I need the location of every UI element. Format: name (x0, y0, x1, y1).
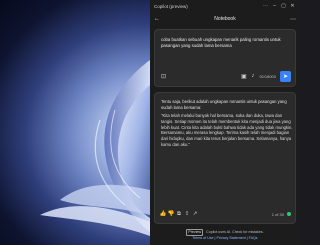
close-icon[interactable]: ✕ (288, 3, 297, 9)
preview-badge: Preview (186, 229, 204, 236)
minimize-icon[interactable]: – (270, 3, 279, 9)
ai-disclaimer: Copilot uses AI. Check for mistakes. (206, 230, 264, 234)
microphone-icon[interactable]: ♪ (248, 73, 257, 79)
prompt-input-card[interactable]: coba buatkan sebuah ungkapan menarik pal… (154, 29, 296, 87)
prompt-input[interactable]: coba buatkan sebuah ungkapan menarik pal… (161, 37, 291, 49)
app-title: Copilot (preview) (154, 3, 188, 9)
thumbs-down-icon[interactable]: 👎 (167, 211, 175, 217)
export-icon[interactable]: ⇪ (183, 211, 191, 217)
more-icon[interactable]: ⋯ (261, 3, 270, 9)
maximize-icon[interactable]: ▢ (279, 3, 288, 9)
copy-icon[interactable]: ⧉ (175, 211, 183, 218)
bloom-graphic (40, 60, 150, 236)
more-options-icon[interactable]: ⋯ (290, 16, 296, 23)
new-topic-icon[interactable]: ⊡ (159, 73, 168, 80)
input-footer: ⊡ ▣ ♪ 92/18000 ➤ (159, 70, 291, 82)
page-title: Notebook (214, 16, 236, 22)
image-icon[interactable]: ▣ (239, 73, 248, 80)
response-card: Tentu saja, berikut adalah ungkapan roma… (154, 92, 296, 224)
privacy-link[interactable]: Privacy Statement (217, 236, 246, 240)
response-body: "Kita telah melalui banyak hal bersama, … (161, 113, 293, 147)
response-footer: 👍 👎 ⧉ ⇪ ↗ 1 of 30 (159, 209, 291, 219)
copilot-pane: Copilot (preview) ⋯ – ▢ ✕ ← Notebook ⋯ c… (150, 0, 300, 245)
terms-link[interactable]: Terms of Use (192, 236, 213, 240)
faqs-link[interactable]: FAQs (249, 236, 258, 240)
character-counter: 92/18000 (259, 73, 276, 79)
response-intro: Tentu saja, berikut adalah ungkapan roma… (161, 99, 287, 110)
footer-note: Preview Copilot uses AI. Check for mista… (150, 229, 300, 241)
title-bar: Copilot (preview) ⋯ – ▢ ✕ (150, 0, 300, 12)
desktop-wallpaper (0, 0, 150, 245)
back-arrow-icon[interactable]: ← (154, 16, 164, 22)
send-button[interactable]: ➤ (280, 70, 291, 82)
send-icon: ➤ (282, 73, 289, 80)
share-icon[interactable]: ↗ (191, 211, 199, 217)
status-dot (287, 212, 291, 216)
footer-links: Terms of Use | Privacy Statement | FAQs (192, 236, 258, 240)
thumbs-up-icon[interactable]: 👍 (159, 211, 167, 217)
page-count: 1 of 30 (271, 211, 284, 217)
navbar: ← Notebook ⋯ (150, 12, 300, 26)
